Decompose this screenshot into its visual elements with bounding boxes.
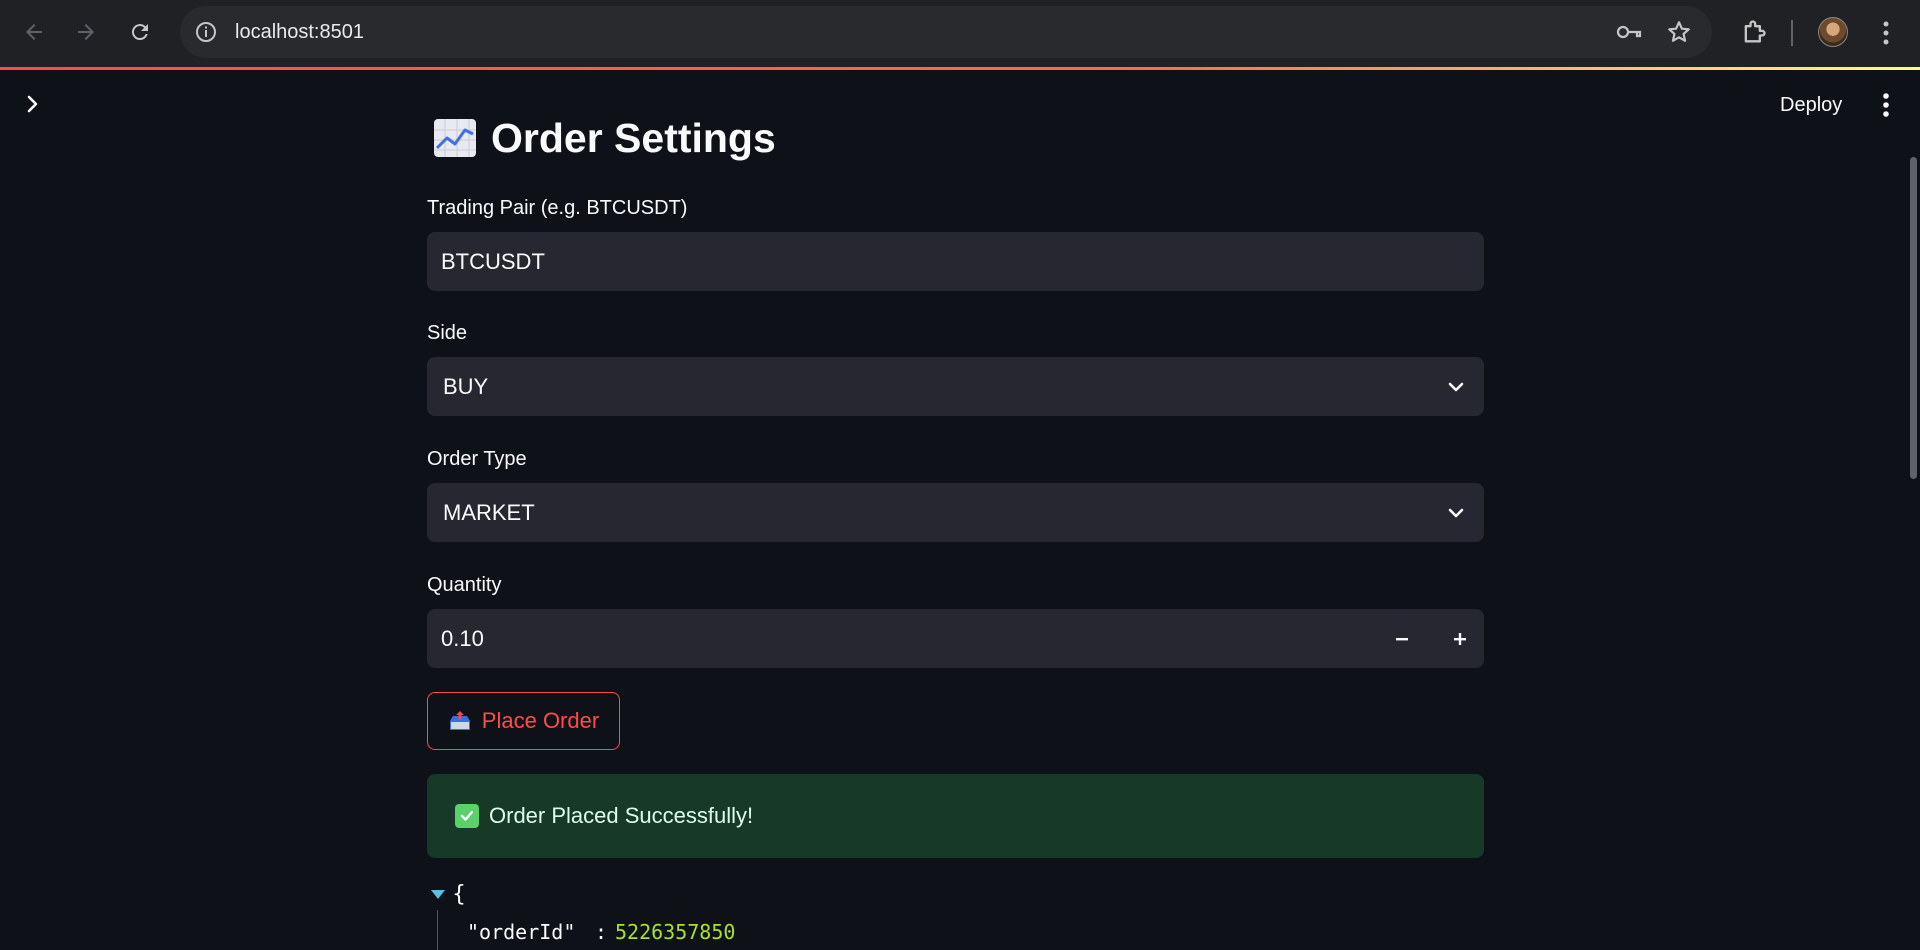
key-icon[interactable]: [1616, 20, 1642, 44]
order-type-value[interactable]: MARKET: [443, 483, 535, 542]
side-value[interactable]: BUY: [443, 357, 488, 416]
app-decoration-bar: [0, 67, 1920, 70]
json-open-brace: {: [452, 882, 466, 907]
increment-button[interactable]: [1436, 609, 1484, 668]
reload-button[interactable]: [120, 12, 160, 52]
kebab-icon[interactable]: [1874, 18, 1898, 48]
reload-icon: [131, 24, 148, 41]
forward-icon: [78, 24, 94, 40]
chart-icon: [434, 119, 476, 157]
place-order-button[interactable]: Place Order: [427, 692, 620, 750]
extensions-icon[interactable]: [1740, 18, 1768, 46]
url-text[interactable]: localhost:8501: [235, 20, 364, 44]
side-select[interactable]: BUY: [427, 357, 1484, 416]
quantity-label: Quantity: [427, 574, 502, 596]
json-key: "orderId": [467, 920, 576, 944]
json-colon: :: [595, 920, 608, 944]
plus-icon: [1454, 632, 1466, 645]
success-message: Order Placed Successfully!: [489, 803, 754, 828]
check-icon: [455, 804, 479, 828]
json-viewer: { "orderId" : 5226357850: [427, 880, 1484, 950]
json-value: 5226357850: [615, 920, 736, 944]
browser-toolbar: localhost:8501: [0, 0, 1920, 67]
star-icon[interactable]: [1666, 19, 1692, 45]
trading-pair-value[interactable]: BTCUSDT: [441, 232, 545, 291]
minus-icon: [1396, 637, 1408, 640]
forward-button[interactable]: [66, 12, 106, 52]
deploy-button[interactable]: Deploy: [1768, 88, 1854, 122]
side-label: Side: [427, 322, 468, 344]
chevron-down-icon[interactable]: [1446, 503, 1466, 523]
info-icon[interactable]: [194, 20, 218, 44]
trading-pair-input[interactable]: BTCUSDT: [427, 232, 1484, 291]
chevron-down-icon[interactable]: [1446, 377, 1466, 397]
back-icon: [26, 24, 42, 40]
order-type-select[interactable]: MARKET: [427, 483, 1484, 542]
sidebar-toggle-button[interactable]: [20, 93, 46, 115]
avatar[interactable]: [1818, 17, 1848, 47]
quantity-value[interactable]: 0.10: [441, 609, 484, 668]
json-indent-guide: [437, 910, 438, 950]
main-menu-icon[interactable]: [1872, 90, 1900, 120]
decrement-button[interactable]: [1378, 609, 1426, 668]
quantity-stepper[interactable]: 0.10: [427, 609, 1484, 668]
page-header: Order Settings: [433, 112, 776, 164]
scrollbar[interactable]: [1910, 157, 1917, 479]
collapse-toggle-icon[interactable]: [431, 890, 445, 899]
place-order-label: Place Order: [481, 708, 600, 733]
outbox-icon: [449, 711, 470, 730]
address-bar[interactable]: localhost:8501: [180, 6, 1712, 58]
chevron-right-icon: [27, 95, 38, 113]
back-button[interactable]: [14, 12, 54, 52]
trading-pair-label: Trading Pair (e.g. BTCUSDT): [427, 197, 688, 219]
page-title: Order Settings: [491, 115, 776, 161]
success-alert: Order Placed Successfully!: [427, 774, 1484, 858]
order-type-label: Order Type: [427, 448, 527, 470]
toolbar-divider: [1791, 20, 1793, 46]
